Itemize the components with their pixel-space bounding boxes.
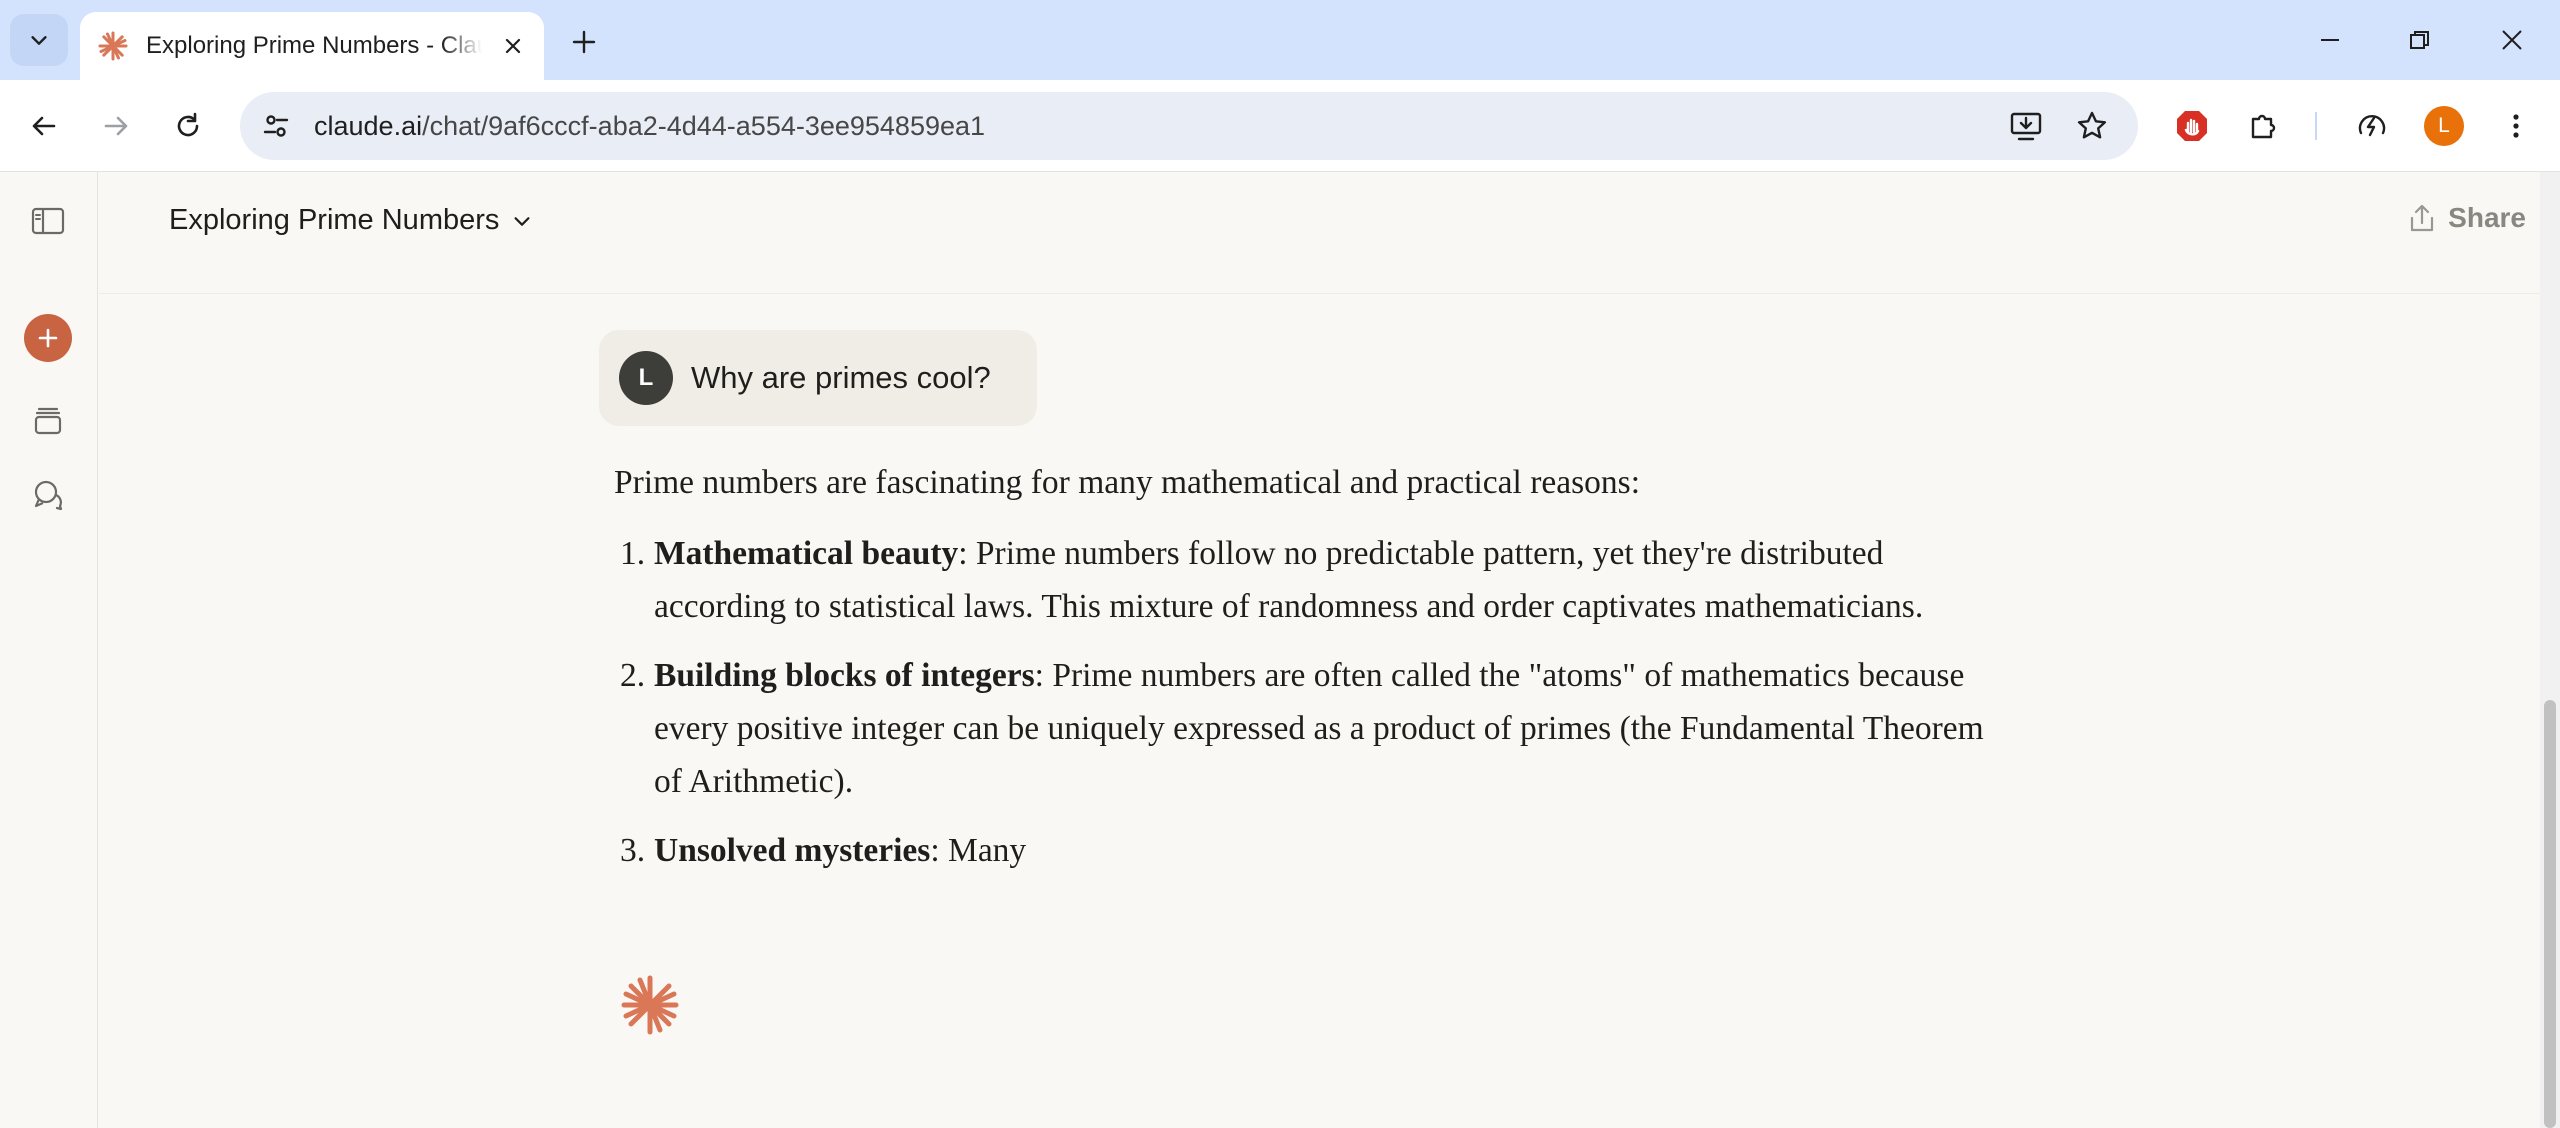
user-message-text: Why are primes cool?	[691, 360, 991, 395]
list-item-number: 2.	[620, 657, 646, 694]
restore-icon	[2410, 31, 2429, 49]
close-window-button[interactable]	[2482, 14, 2542, 66]
bookmark-button[interactable]	[2070, 104, 2114, 148]
back-button[interactable]	[20, 102, 68, 150]
user-message: L Why are primes cool?	[599, 330, 1037, 426]
tab-title: Exploring Prime Numbers - Claude	[146, 32, 482, 59]
address-bar[interactable]: claude.ai/chat/9af6cccf-aba2-4d44-a554-3…	[240, 92, 2138, 160]
close-icon	[2502, 30, 2522, 50]
reload-icon	[177, 112, 199, 137]
star-icon	[2077, 111, 2107, 139]
tune-icon	[263, 115, 289, 137]
profile-avatar[interactable]: L	[2424, 106, 2464, 146]
claude-spark-icon	[621, 975, 679, 1035]
restore-button[interactable]	[2390, 14, 2450, 66]
list-item-number: 1.	[620, 535, 646, 572]
url-host: claude.ai	[314, 111, 423, 141]
conversation-title: Exploring Prime Numbers	[169, 204, 500, 236]
share-button[interactable]: Share	[2408, 202, 2526, 234]
scrollbar-thumb[interactable]	[2544, 700, 2556, 1128]
plus-icon	[38, 328, 58, 348]
site-info-button[interactable]	[252, 102, 300, 150]
plus-icon	[572, 30, 596, 54]
url-text[interactable]: claude.ai/chat/9af6cccf-aba2-4d44-a554-3…	[314, 111, 985, 142]
toolbar-separator	[2315, 112, 2317, 140]
conversation-title-button[interactable]: Exploring Prime Numbers	[169, 204, 533, 237]
browser-tab-active[interactable]: Exploring Prime Numbers - Claude	[80, 12, 544, 80]
arrow-right-icon	[104, 116, 128, 136]
new-tab-button[interactable]	[562, 20, 606, 64]
tab-search-button[interactable]	[10, 14, 68, 66]
more-vert-icon	[2513, 114, 2519, 138]
chevron-down-icon	[514, 216, 530, 226]
list-item-title: Unsolved mysteries	[654, 832, 931, 869]
hand-stop-icon	[2177, 111, 2207, 141]
chats-button[interactable]	[25, 472, 71, 518]
assistant-response: Prime numbers are fascinating for many m…	[614, 456, 2004, 893]
puzzle-icon	[2251, 114, 2276, 139]
performance-button[interactable]	[2350, 104, 2394, 148]
new-chat-button[interactable]	[24, 314, 72, 362]
speed-bolt-icon	[2358, 115, 2386, 137]
install-app-button[interactable]	[2004, 104, 2048, 148]
share-icon	[2411, 204, 2434, 232]
sidebar-toggle-button[interactable]	[25, 198, 71, 244]
list-item: 3. Unsolved mysteries: Many	[614, 824, 2004, 877]
chats-icon	[34, 480, 63, 511]
projects-icon	[34, 407, 62, 435]
install-icon	[2010, 112, 2042, 141]
close-icon	[505, 38, 521, 54]
projects-button[interactable]	[25, 398, 71, 444]
url-path: /chat/9af6cccf-aba2-4d44-a554-3ee954859e…	[422, 111, 986, 141]
share-label: Share	[2448, 202, 2526, 233]
extensions-button[interactable]	[2242, 104, 2286, 148]
list-item-number: 3.	[620, 832, 646, 869]
arrow-left-icon	[32, 116, 56, 136]
response-intro: Prime numbers are fascinating for many m…	[614, 464, 1641, 501]
list-item-text: : Many	[930, 832, 1027, 869]
minimize-icon	[2321, 39, 2339, 41]
list-item-title: Mathematical beauty	[654, 535, 959, 572]
minimize-button[interactable]	[2300, 14, 2360, 66]
response-list: 1. Mathematical beauty: Prime numbers fol…	[614, 527, 2004, 877]
sidebar-toggle-icon	[31, 207, 65, 235]
reload-button[interactable]	[164, 102, 212, 150]
list-item: 2. Building blocks of integers: Prime num…	[614, 649, 2004, 808]
list-item: 1. Mathematical beauty: Prime numbers fol…	[614, 527, 2004, 633]
app-sidebar	[0, 172, 98, 1128]
chevron-down-icon	[31, 36, 47, 45]
tab-close-button[interactable]	[496, 29, 530, 63]
user-avatar: L	[619, 351, 673, 405]
tab-strip: Exploring Prime Numbers - Claude	[0, 0, 2560, 80]
extension-blocker-button[interactable]	[2170, 104, 2214, 148]
list-item-title: Building blocks of integers	[654, 657, 1035, 694]
forward-button[interactable]	[92, 102, 140, 150]
conversation-header: Exploring Prime Numbers Share	[99, 172, 2560, 294]
claude-favicon-icon	[98, 31, 128, 61]
browser-toolbar: claude.ai/chat/9af6cccf-aba2-4d44-a554-3…	[0, 80, 2560, 172]
browser-menu-button[interactable]	[2494, 104, 2538, 148]
